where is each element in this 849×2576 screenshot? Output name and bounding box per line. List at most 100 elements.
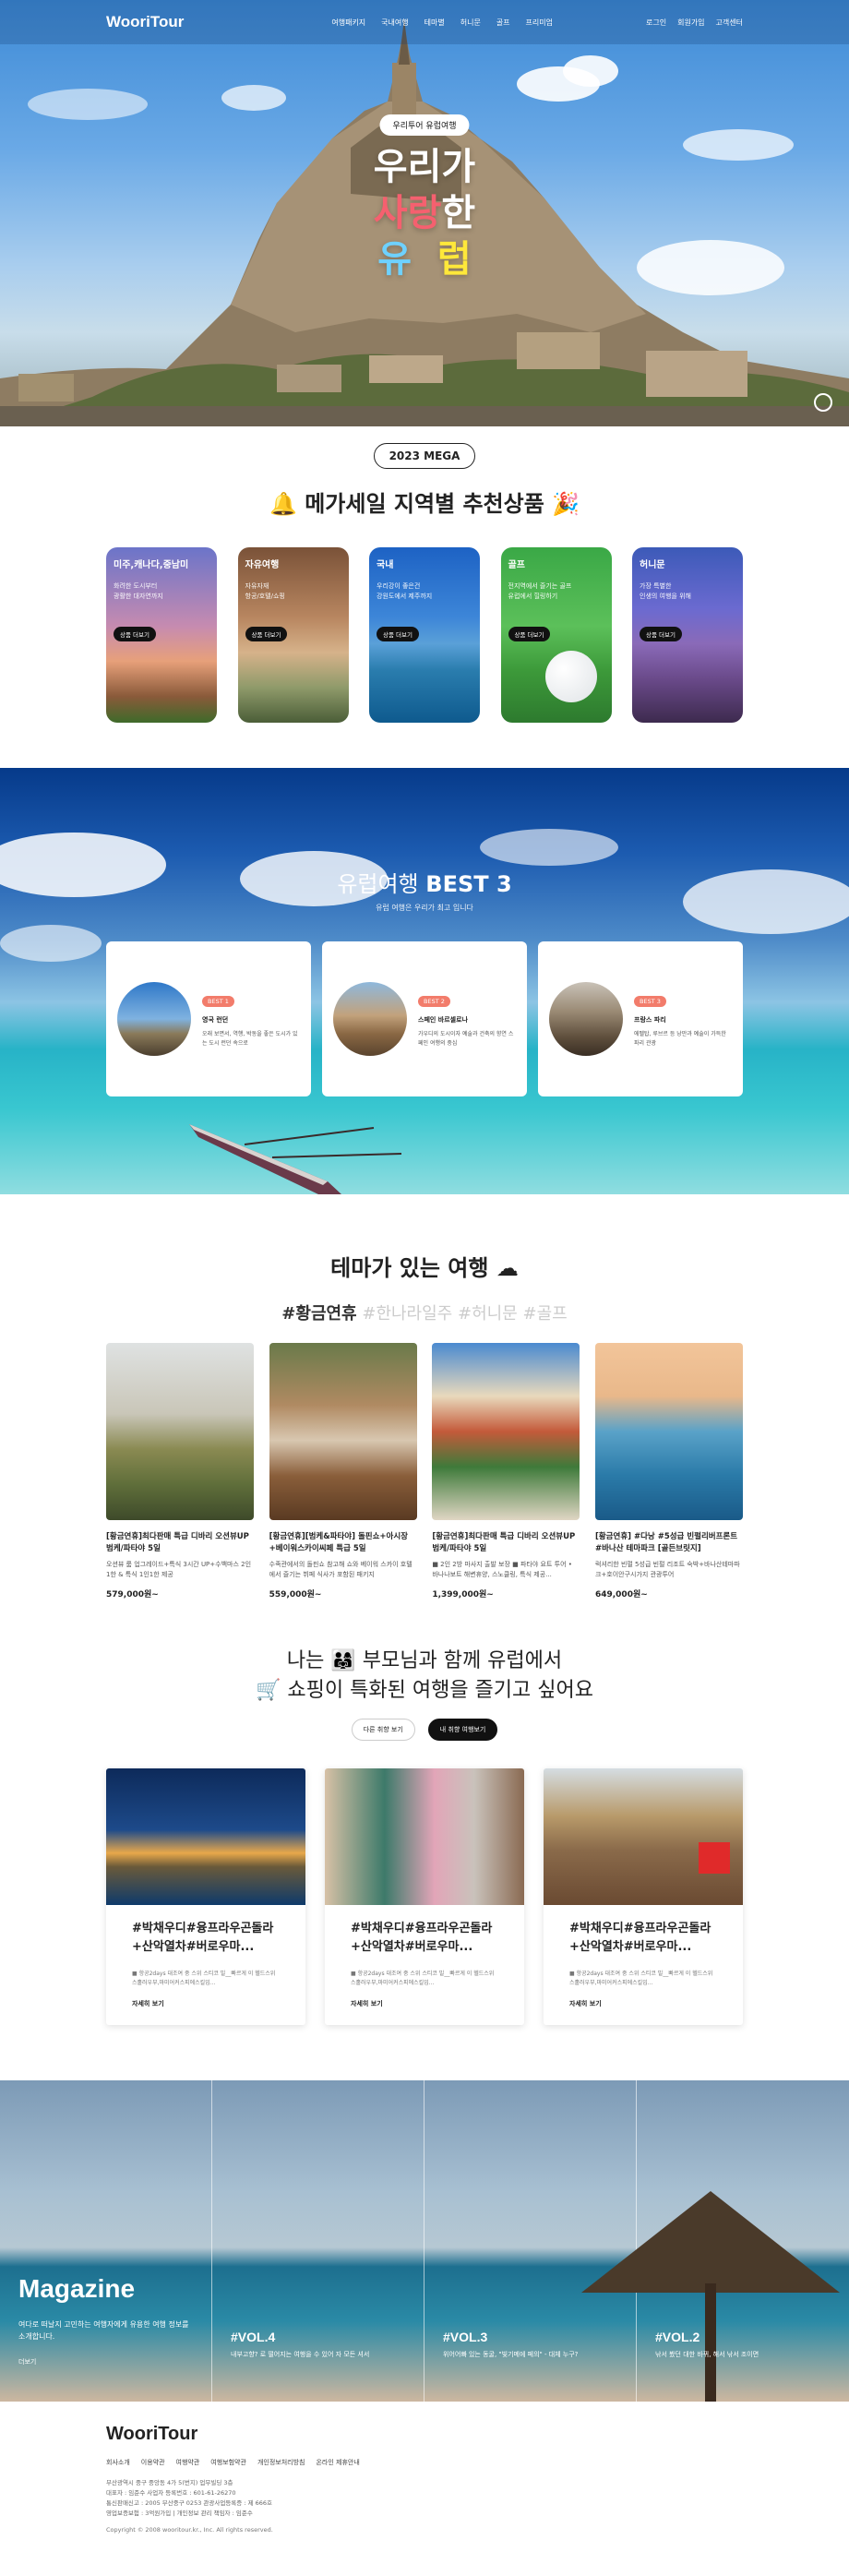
signup-link[interactable]: 회원가입	[677, 18, 704, 28]
desc-line: 유럽에서 힐링하기	[508, 593, 558, 600]
hero-line-1: 우리가	[373, 146, 476, 188]
product-price: 579,000원~	[106, 1590, 159, 1600]
best-desc: 오래 보면서, 역행, 박동을 좋은 도시가 있는 도시 런던 속으로	[202, 1031, 298, 1047]
more-products-button[interactable]: 상품 더보기	[114, 627, 156, 641]
hashtag-one-country[interactable]: #한나라일주	[362, 1304, 452, 1324]
product-card[interactable]: [황금연휴]최다판매 특급 디바리 오션뷰UP 범케/파타야 5일 ■ 2인 2…	[432, 1343, 580, 1600]
mega-title: 🔔 메가세일 지역별 추천상품 🎉	[106, 485, 743, 518]
desc-line: 전지역에서 즐기는 골프	[508, 582, 572, 590]
desc-line: 가장 특별한	[640, 582, 672, 590]
nav-item-domestic[interactable]: 국내여행	[381, 18, 408, 28]
product-card[interactable]: [황금연휴] #다낭 #5성급 빈펄리버프론트 #바나산 테마파크 [골든브릿지…	[594, 1343, 743, 1600]
bell-icon: 🔔	[269, 491, 297, 517]
product-card[interactable]: [황금연휴][범케&파타야] 돌핀쇼+아시장+베이워스카이씨페 특급 5일 수족…	[269, 1343, 417, 1600]
product-price: 1,399,000원~	[432, 1590, 494, 1600]
footer-links: 회사소개 이용약관 여행약관 여행보험약관 개인정보처리방침 온라인 제휴안내	[106, 2458, 743, 2467]
best-card-1[interactable]: BEST 1 영국 런던 오래 보면서, 역행, 박동을 좋은 도시가 있는 도…	[106, 941, 311, 1096]
best-name: 스페인 바르셀로나	[418, 1016, 468, 1024]
cart-icon: 🛒	[256, 1679, 281, 1702]
preference-line1a: 나는	[286, 1649, 325, 1672]
tour-image	[325, 1768, 524, 1905]
my-preference-button[interactable]: 내 취향 여행보기	[427, 1719, 498, 1741]
tour-card[interactable]: #박채우디#융프라우곤돌라+산악열차#버로우마... ■ 항공2days 대조여…	[325, 1768, 524, 2025]
product-title: [황금연휴][범케&파타야] 돌핀쇼+아시장+베이워스카이씨페 특급 5일	[269, 1532, 408, 1553]
mega-title-text: 메가세일 지역별 추천상품	[305, 491, 544, 517]
footer-link-about[interactable]: 회사소개	[106, 2458, 130, 2467]
region-card-title: 국내	[377, 560, 394, 570]
product-card[interactable]: [황금연휴]최다판매 특급 디바리 오션뷰UP 범케/파타야 5일 오션뷰 룸 …	[106, 1343, 254, 1600]
footer-link-privacy[interactable]: 개인정보처리방침	[257, 2458, 305, 2467]
magazine-vol-title[interactable]: #VOL.4	[231, 2330, 275, 2344]
nav-item-honeymoon[interactable]: 허니문	[460, 18, 481, 28]
magazine-vol-title[interactable]: #VOL.2	[655, 2330, 700, 2344]
footer-link-travel-terms[interactable]: 여행약관	[176, 2458, 200, 2467]
site-logo[interactable]: WooriTour	[106, 13, 184, 31]
cloud-icon: ☁	[496, 1255, 519, 1281]
product-title: [황금연휴]최다판매 특급 디바리 오션뷰UP 범케/파타야 5일	[432, 1532, 576, 1553]
hashtag-honeymoon[interactable]: #허니문	[458, 1304, 518, 1324]
region-card-free[interactable]: 자유여행 자유자재 항공/호텔/쇼핑 상품 더보기	[237, 547, 349, 723]
magazine-vol-title[interactable]: #VOL.3	[443, 2330, 487, 2344]
region-card-desc: 자유자재 항공/호텔/쇼핑	[245, 581, 341, 602]
preference-line2: 쇼핑이 특화된 여행을 즐기고 싶어요	[287, 1679, 593, 1702]
footer-link-terms[interactable]: 이용약관	[141, 2458, 165, 2467]
best-desc: 에펠탑, 루브르 등 낭만과 예술이 가득한 파리 관광	[634, 1031, 726, 1047]
details-link[interactable]: 자세히 보기	[351, 1999, 498, 2008]
more-products-button[interactable]: 상품 더보기	[377, 627, 419, 641]
best-name: 프랑스 파리	[634, 1016, 666, 1024]
hero-badge: 우리투어 유럽여행	[379, 114, 470, 136]
tour-image	[106, 1768, 305, 1905]
hashtag-golf[interactable]: #골프	[522, 1304, 567, 1324]
magazine-desc: 여다로 떠날지 고민하는 여행자에게 유용한 여행 정보를 소개합니다.	[18, 2320, 189, 2341]
login-link[interactable]: 로그인	[646, 18, 666, 28]
magazine-vol-desc: 위어어빠 있는 동굴, "빛기메에 페의" - 대체 누구?	[443, 2351, 579, 2358]
region-card-golf[interactable]: 골프 전지역에서 즐기는 골프유럽에서 힐링하기 상품 더보기	[500, 547, 612, 723]
footer-link-partnership[interactable]: 온라인 제휴안내	[316, 2458, 359, 2467]
preference-line1b: 부모님과 함께 유럽에서	[362, 1649, 563, 1672]
best-card-2[interactable]: BEST 2 스페인 바르셀로나 가우디의 도시이자 예술과 건축의 향연 스페…	[322, 941, 527, 1096]
more-products-button[interactable]: 상품 더보기	[245, 627, 288, 641]
cloud-decoration	[480, 829, 618, 866]
region-card-america[interactable]: 미주,캐나다,중남미 화려한 도시부터 광활한 대자연까지 상품 더보기	[106, 547, 217, 723]
other-preference-button[interactable]: 다른 취향 보기	[351, 1719, 415, 1741]
scroll-down-icon[interactable]	[814, 393, 832, 412]
customer-center-link[interactable]: 고객센터	[716, 18, 743, 28]
details-link[interactable]: 자세히 보기	[132, 1999, 280, 2008]
region-card-honeymoon[interactable]: 허니문 가장 특별한 인생의 여행을 위해 상품 더보기	[632, 547, 743, 723]
nav-item-golf[interactable]: 골프	[496, 18, 510, 28]
hashtag-golden-holiday[interactable]: #황금연휴	[281, 1304, 356, 1324]
magazine-more-link[interactable]: 더보기	[18, 2357, 36, 2366]
main-nav: 여행패키지 국내여행 테마별 허니문 골프 프리미엄	[331, 18, 553, 28]
details-link[interactable]: 자세히 보기	[569, 1999, 717, 2008]
site-footer: WooriTour 회사소개 이용약관 여행약관 여행보험약관 개인정보처리방침…	[0, 2402, 849, 2540]
hero-section: WooriTour 여행패키지 국내여행 테마별 허니문 골프 프리미엄 로그인…	[0, 0, 849, 426]
theme-hashtags: #황금연휴 #한나라일주 #허니문 #골프	[106, 1300, 743, 1324]
tour-desc: ■ 항공2days 대조여 중 스위 스티코 빌__빠르게 이 헬드스위스홀러우…	[569, 1971, 713, 1986]
more-products-button[interactable]: 상품 더보기	[508, 627, 551, 641]
footer-link-insurance[interactable]: 여행보험약관	[210, 2458, 246, 2467]
hero-word-han: 한	[441, 192, 476, 234]
footer-logo[interactable]: WooriTour	[106, 2424, 743, 2445]
swiss-flag-icon	[699, 1842, 730, 1874]
best-card-3[interactable]: BEST 3 프랑스 파리 에펠탑, 루브르 등 낭만과 예술이 가득한 파리 …	[538, 941, 743, 1096]
london-photo	[117, 982, 191, 1056]
desc-line: 항공/호텔/쇼핑	[245, 593, 285, 600]
paris-photo	[549, 982, 623, 1056]
tour-card[interactable]: #박채우디#융프라우곤돌라+산악열차#버로우마... ■ 항공2days 대조여…	[106, 1768, 305, 2025]
product-price: 559,000원~	[269, 1590, 322, 1600]
region-card-domestic[interactable]: 국내 우리강이 좋은건 강원도에서 제주까지 상품 더보기	[369, 547, 480, 723]
nav-item-package[interactable]: 여행패키지	[331, 18, 365, 28]
magazine-vol-desc: 낚서 봤던 대한 바뀌, 해서 낚서 조이면	[655, 2351, 759, 2358]
nav-item-premium[interactable]: 프리미엄	[526, 18, 553, 28]
company-insurance: 영업보증보험 : 3억원가입 | 개인정보 관리 책임자 : 임준수	[106, 2510, 253, 2517]
nav-item-theme[interactable]: 테마별	[424, 18, 445, 28]
preference-cards: #박채우디#융프라우곤돌라+산악열차#버로우마... ■ 항공2days 대조여…	[106, 1768, 743, 2025]
tour-title: #박채우디#융프라우곤돌라+산악열차#버로우마...	[132, 1922, 274, 1954]
desc-line: 화려한 도시부터	[114, 582, 158, 590]
best3-section: 유럽여행 BEST 3 유럽 여행은 우리가 최고 입니다 BEST 1 영국 …	[0, 768, 849, 1194]
product-image	[432, 1343, 580, 1520]
more-products-button[interactable]: 상품 더보기	[640, 627, 682, 641]
mega-sale-section: 2023 MEGA 🔔 메가세일 지역별 추천상품 🎉 미주,캐나다,중남미 화…	[0, 426, 849, 768]
region-card-title: 골프	[508, 560, 525, 570]
tour-card[interactable]: #박채우디#융프라우곤돌라+산악열차#버로우마... ■ 항공2days 대조여…	[544, 1768, 743, 2025]
